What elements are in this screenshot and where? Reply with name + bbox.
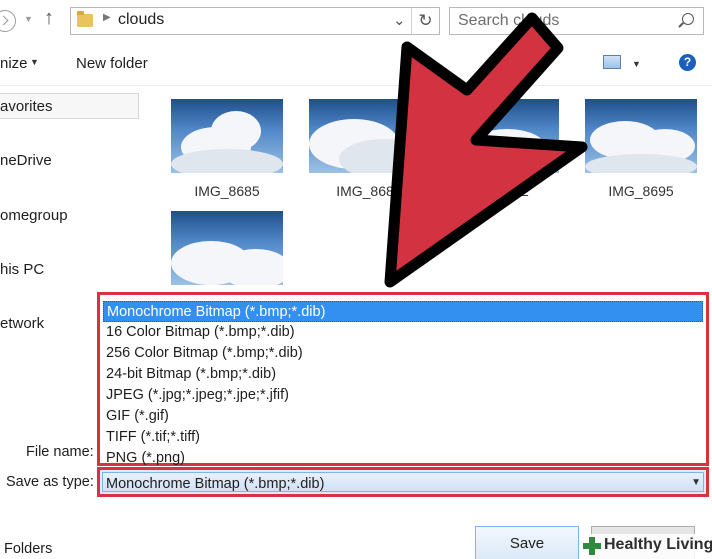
nav-item-network[interactable]: etwork	[0, 315, 44, 332]
view-options-caret-icon[interactable]: ▼	[632, 59, 641, 69]
change-view-icon[interactable]	[603, 55, 621, 69]
save-as-type-value[interactable]: Monochrome Bitmap (*.bmp;*.dib)	[106, 476, 324, 492]
dropdown-option[interactable]: PNG (*.png)	[103, 448, 703, 469]
file-thumbnail[interactable]	[585, 99, 697, 173]
nav-item-onedrive[interactable]: neDrive	[0, 152, 52, 169]
dropdown-option[interactable]: TIFF (*.tif;*.tiff)	[103, 427, 703, 448]
save-as-type-label: Save as type:	[6, 474, 94, 490]
nav-item-favorites[interactable]: avorites	[0, 98, 53, 115]
dropdown-options: Monochrome Bitmap (*.bmp;*.dib) 16 Color…	[103, 298, 703, 466]
forward-icon[interactable]	[0, 10, 16, 32]
recent-locations-icon[interactable]: ▼	[24, 14, 33, 24]
dropdown-option[interactable]: JPEG (*.jpg;*.jpeg;*.jpe;*.jfif)	[103, 385, 703, 406]
dropdown-option[interactable]: GIF (*.gif)	[103, 406, 703, 427]
save-as-type-field[interactable]: Monochrome Bitmap (*.bmp;*.dib) ▼	[102, 472, 704, 492]
search-placeholder[interactable]: Search clouds	[458, 12, 559, 30]
search-input[interactable]: Search clouds	[449, 7, 704, 35]
search-icon[interactable]	[682, 13, 694, 25]
folders-toggle[interactable]: Folders	[4, 541, 52, 557]
address-bar[interactable]: ▶ clouds ⌄ ↻	[70, 7, 440, 35]
address-path[interactable]: clouds	[118, 11, 164, 29]
file-thumbnail[interactable]	[171, 99, 283, 173]
organize-button[interactable]: nize	[0, 55, 28, 72]
file-thumbnail[interactable]	[447, 99, 559, 173]
nav-item-this-pc[interactable]: his PC	[0, 261, 44, 278]
save-button[interactable]: Save	[475, 526, 579, 559]
save-type-dropdown-list: Monochrome Bitmap (*.bmp;*.dib) 16 Color…	[97, 292, 709, 466]
file-name[interactable]: 02	[465, 183, 577, 199]
health-cross-icon	[583, 537, 601, 555]
dropdown-option[interactable]: 256 Color Bitmap (*.bmp;*.dib)	[103, 343, 703, 364]
file-name[interactable]: IMG_868	[309, 183, 421, 199]
file-thumbnail[interactable]	[309, 99, 421, 173]
path-chevron-icon[interactable]: ▶	[103, 12, 111, 23]
file-name[interactable]: IMG_8695	[585, 183, 697, 199]
chevron-down-icon[interactable]: ▼	[691, 477, 701, 488]
nav-item-homegroup[interactable]: omegroup	[0, 207, 68, 224]
refresh-icon[interactable]: ↻	[411, 8, 439, 34]
toolbar: nize ▼ New folder ▼ ?	[0, 42, 712, 86]
up-arrow-icon[interactable]: ↑	[44, 7, 54, 30]
dropdown-option[interactable]: 24-bit Bitmap (*.bmp;*.dib)	[103, 364, 703, 385]
chevron-down-icon[interactable]: ⌄	[393, 11, 406, 29]
organize-caret-icon[interactable]: ▼	[30, 57, 39, 67]
dropdown-option[interactable]: 16 Color Bitmap (*.bmp;*.dib)	[103, 322, 703, 343]
file-name[interactable]: IMG_8685	[171, 183, 283, 199]
watermark-text: Healthy Living	[604, 536, 712, 553]
address-bar-row: ▼ ↑ ▶ clouds ⌄ ↻ Search clouds	[0, 0, 712, 42]
dropdown-option[interactable]: Monochrome Bitmap (*.bmp;*.dib)	[103, 301, 703, 322]
new-folder-button[interactable]: New folder	[76, 55, 148, 72]
folder-icon	[77, 11, 93, 27]
file-thumbnail[interactable]	[171, 211, 283, 285]
help-icon[interactable]: ?	[679, 54, 696, 71]
save-as-type-select[interactable]: Monochrome Bitmap (*.bmp;*.dib) ▼	[97, 467, 709, 497]
file-name-label: File name:	[26, 444, 94, 460]
watermark: Healthy Living	[580, 534, 712, 559]
